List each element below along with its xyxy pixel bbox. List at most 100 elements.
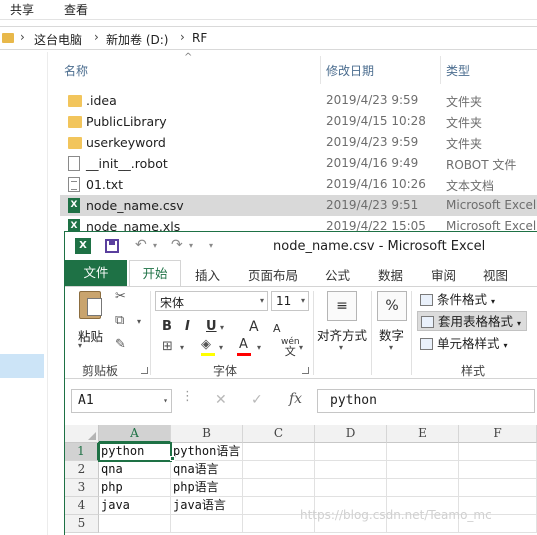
enter-icon[interactable]: ✓ <box>251 392 263 408</box>
column-divider[interactable] <box>320 56 321 84</box>
tab-insert[interactable]: 插入 <box>195 265 220 284</box>
insert-function-button[interactable]: fx <box>289 391 302 407</box>
cell[interactable] <box>387 443 459 461</box>
chevron-down-icon[interactable]: ▾ <box>220 323 224 332</box>
shrink-font-button[interactable]: A <box>273 322 281 335</box>
chevron-down-icon[interactable]: ▾ <box>189 241 193 250</box>
tab-review[interactable]: 审阅 <box>431 265 456 284</box>
chevron-down-icon[interactable]: ▾ <box>219 343 223 352</box>
cell[interactable] <box>315 479 387 497</box>
conditional-formatting-button[interactable]: 条件格式 ▾ <box>417 290 527 310</box>
row-header-1[interactable]: 1 <box>65 443 99 461</box>
redo-icon[interactable]: ↷ <box>171 237 183 253</box>
font-name-select[interactable]: 宋体 ▾ <box>155 291 268 311</box>
row-header-5[interactable]: 5 <box>65 515 99 533</box>
copy-icon[interactable]: ⧉ <box>115 313 124 328</box>
tab-view[interactable]: 视图 <box>483 265 508 284</box>
ribbon-tab-view[interactable]: 查看 <box>64 1 88 18</box>
cell-b3[interactable]: php语言 <box>171 479 243 497</box>
cell[interactable] <box>243 461 315 479</box>
row-header-2[interactable]: 2 <box>65 461 99 479</box>
column-header-name[interactable]: 名称 <box>64 62 88 79</box>
row-header-4[interactable]: 4 <box>65 497 99 515</box>
paste-icon[interactable] <box>79 291 102 319</box>
border-icon[interactable]: ⊞ <box>162 339 173 354</box>
chevron-down-icon[interactable]: ▾ <box>180 343 184 352</box>
file-row[interactable]: PublicLibrary 2019/4/15 10:28 文件夹 <box>60 111 537 132</box>
column-header-e[interactable]: E <box>387 425 459 443</box>
chevron-down-icon[interactable]: ▾ <box>260 296 264 305</box>
file-row[interactable]: 01.txt 2019/4/16 10:26 文本文档 <box>60 174 537 195</box>
breadcrumb-drive-d[interactable]: 新加卷 (D:) <box>106 31 168 48</box>
column-header-d[interactable]: D <box>315 425 387 443</box>
breadcrumb-this-pc[interactable]: 这台电脑 <box>34 31 82 48</box>
percent-icon[interactable]: % <box>377 291 407 321</box>
save-icon[interactable] <box>105 239 119 253</box>
chevron-down-icon[interactable]: ▾ <box>339 343 343 352</box>
formula-input[interactable]: python <box>317 389 535 413</box>
chevron-right-icon[interactable]: › <box>94 30 99 44</box>
cell[interactable] <box>459 479 537 497</box>
column-divider[interactable] <box>440 56 441 84</box>
font-size-select[interactable]: 11 ▾ <box>271 291 309 311</box>
cell-a2[interactable]: qna <box>99 461 171 479</box>
column-header-a[interactable]: A <box>99 425 171 443</box>
phonetic-guide-button[interactable]: wén 文 <box>281 337 300 357</box>
undo-icon[interactable]: ↶ <box>135 237 147 253</box>
italic-button[interactable]: I <box>185 319 190 334</box>
cell-b4[interactable]: java语言 <box>171 497 243 515</box>
format-painter-icon[interactable]: ✎ <box>115 337 126 352</box>
cell-a1[interactable]: python <box>98 442 172 462</box>
fill-color-icon[interactable]: ◈ <box>201 337 211 352</box>
chevron-right-icon[interactable]: › <box>180 30 185 44</box>
chevron-down-icon[interactable]: ▾ <box>389 343 393 352</box>
more-icon[interactable]: ⋮ <box>181 389 194 404</box>
chevron-down-icon[interactable]: ▾ <box>301 296 305 305</box>
file-row[interactable]: .idea 2019/4/23 9:59 文件夹 <box>60 90 537 111</box>
chevron-down-icon[interactable]: ▾ <box>163 396 168 405</box>
column-header-type[interactable]: 类型 <box>446 62 470 79</box>
tab-file[interactable]: 文件 <box>65 260 127 286</box>
cell-a5[interactable] <box>99 515 171 533</box>
chevron-down-icon[interactable]: ▾ <box>257 343 261 352</box>
cell-b1[interactable]: python语言 <box>171 443 243 461</box>
cell-b5[interactable] <box>171 515 243 533</box>
address-bar[interactable]: › 这台电脑 › 新加卷 (D:) › RF <box>0 26 537 50</box>
navigation-pane[interactable] <box>0 52 48 535</box>
cell[interactable] <box>459 443 537 461</box>
underline-button[interactable]: U <box>206 319 217 334</box>
tab-home[interactable]: 开始 <box>129 260 181 287</box>
cell[interactable] <box>387 479 459 497</box>
dialog-launcher-icon[interactable] <box>141 367 148 374</box>
tab-formulas[interactable]: 公式 <box>325 265 350 284</box>
cell-styles-button[interactable]: 单元格样式 ▾ <box>417 334 527 354</box>
cell[interactable] <box>387 461 459 479</box>
breadcrumb-rf[interactable]: RF <box>192 31 207 45</box>
column-header-c[interactable]: C <box>243 425 315 443</box>
cell[interactable] <box>459 461 537 479</box>
dialog-launcher-icon[interactable] <box>302 367 309 374</box>
bold-button[interactable]: B <box>162 319 172 334</box>
cell[interactable] <box>315 443 387 461</box>
chevron-right-icon[interactable]: › <box>20 30 25 44</box>
column-header-f[interactable]: F <box>459 425 537 443</box>
row-header-3[interactable]: 3 <box>65 479 99 497</box>
column-header-date[interactable]: 修改日期 <box>326 62 374 79</box>
format-as-table-button[interactable]: 套用表格格式 ▾ <box>417 311 527 331</box>
ribbon-tab-share[interactable]: 共享 <box>10 1 34 18</box>
select-all-button[interactable] <box>65 425 99 443</box>
fill-handle[interactable] <box>170 456 175 461</box>
name-box[interactable]: A1 ▾ <box>71 389 172 413</box>
alignment-icon[interactable]: ≡ <box>327 291 357 321</box>
file-row-selected[interactable]: X node_name.csv 2019/4/23 9:51 Microsoft… <box>60 195 537 216</box>
cell-a3[interactable]: php <box>99 479 171 497</box>
chevron-down-icon[interactable]: ▾ <box>153 241 157 250</box>
cancel-icon[interactable]: ✕ <box>215 392 227 408</box>
cell[interactable] <box>243 443 315 461</box>
chevron-down-icon[interactable]: ▾ <box>299 343 303 352</box>
cell[interactable] <box>243 479 315 497</box>
cell-a4[interactable]: java <box>99 497 171 515</box>
cell-b2[interactable]: qna语言 <box>171 461 243 479</box>
file-row[interactable]: userkeyword 2019/4/23 9:59 文件夹 <box>60 132 537 153</box>
tab-data[interactable]: 数据 <box>378 265 403 284</box>
